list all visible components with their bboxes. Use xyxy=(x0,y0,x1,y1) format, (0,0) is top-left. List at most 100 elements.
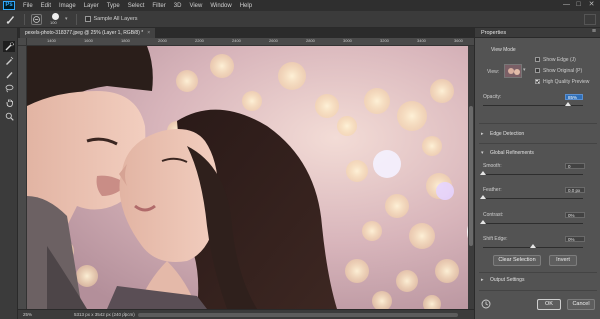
menu-layer[interactable]: Layer xyxy=(84,3,99,9)
menu-edit[interactable]: Edit xyxy=(41,3,51,9)
panel-menu-icon[interactable]: ≡ xyxy=(592,28,596,35)
lasso-icon xyxy=(5,84,13,93)
smooth-slider-handle[interactable] xyxy=(480,171,486,175)
section-divider xyxy=(479,290,597,291)
tools-panel xyxy=(0,28,18,319)
menu-select[interactable]: Select xyxy=(128,3,145,9)
show-edge-checkbox[interactable] xyxy=(535,57,540,62)
zoom-tool[interactable] xyxy=(3,111,15,122)
view-label: View: xyxy=(487,69,500,75)
smooth-input[interactable]: 0 xyxy=(565,163,585,169)
brush-icon xyxy=(6,72,12,79)
show-original-label: Show Original (P) xyxy=(543,68,583,74)
refine-edge-brush-icon xyxy=(5,56,13,65)
zoom-icon xyxy=(5,112,14,121)
close-window-button[interactable]: ✕ xyxy=(588,1,595,9)
menu-image[interactable]: Image xyxy=(59,3,76,9)
menu-3d[interactable]: 3D xyxy=(174,3,182,9)
edge-detection-header[interactable]: Edge Detection xyxy=(490,131,524,137)
chevron-right-icon[interactable]: › xyxy=(124,311,126,317)
shift-edge-label: Shift Edge: xyxy=(483,236,508,242)
show-original-checkbox[interactable] xyxy=(535,68,540,73)
sample-all-layers-label: Sample All Layers xyxy=(93,16,138,22)
minus-circle-icon xyxy=(33,15,40,23)
subtract-brush-button[interactable] xyxy=(31,13,42,25)
menu-type[interactable]: Type xyxy=(107,3,120,9)
chevron-down-icon[interactable]: ▾ xyxy=(481,150,484,156)
view-mode-thumbnail[interactable] xyxy=(504,64,522,78)
feather-slider-handle[interactable] xyxy=(480,195,486,199)
horizontal-scrollbar[interactable] xyxy=(138,313,458,317)
ruler-label: 2600 xyxy=(269,38,278,43)
view-mode-header: View Mode xyxy=(491,47,516,53)
contrast-slider-track[interactable] xyxy=(483,223,583,224)
clock-icon[interactable] xyxy=(481,299,491,309)
menu-filter[interactable]: Filter xyxy=(152,3,165,9)
document-canvas[interactable] xyxy=(27,46,468,309)
vertical-scroll-thumb[interactable] xyxy=(469,106,473,246)
quick-selection-icon xyxy=(5,42,14,51)
menu-file[interactable]: File xyxy=(23,3,33,9)
high-quality-preview-checkbox[interactable] xyxy=(535,79,540,84)
brush-preview-dot xyxy=(52,12,59,20)
ruler-label: 3600 xyxy=(454,38,463,43)
show-edge-label: Show Edge (J) xyxy=(543,57,576,63)
ok-button[interactable]: OK xyxy=(537,299,561,310)
shift-edge-input[interactable]: 0% xyxy=(565,236,585,242)
view-preview-image xyxy=(505,65,521,77)
global-refinements-header[interactable]: Global Refinements xyxy=(490,150,534,156)
ruler-label: 1800 xyxy=(121,38,130,43)
sample-all-layers-checkbox[interactable] xyxy=(84,16,91,22)
shift-edge-slider-handle[interactable] xyxy=(530,244,536,248)
feather-input[interactable]: 0.0 px xyxy=(565,187,585,193)
invert-button[interactable]: Invert xyxy=(549,255,577,266)
zoom-level[interactable]: 25% xyxy=(23,312,32,317)
brush-icon[interactable] xyxy=(6,14,16,24)
brush-size-picker[interactable]: 100 xyxy=(48,12,64,26)
divider xyxy=(75,13,77,25)
document-tab[interactable]: pexels-photo-318377.jpeg @ 25% (Layer 1,… xyxy=(20,28,156,38)
ruler-left xyxy=(18,46,27,309)
section-divider xyxy=(479,272,597,273)
document-tab-title: pexels-photo-318377.jpeg @ 25% (Layer 1,… xyxy=(25,30,144,36)
chevron-right-icon[interactable]: ▸ xyxy=(481,131,484,137)
menu-window[interactable]: Window xyxy=(210,3,231,9)
section-divider xyxy=(479,123,597,124)
ruler-label: 2000 xyxy=(158,38,167,43)
ruler-label: 1400 xyxy=(47,38,56,43)
hand-tool[interactable] xyxy=(3,97,15,108)
chevron-right-icon[interactable]: ▸ xyxy=(481,277,484,283)
cancel-button[interactable]: Cancel xyxy=(567,299,595,310)
contrast-label: Contrast: xyxy=(483,212,504,218)
opacity-input[interactable]: 85% xyxy=(565,94,583,100)
clear-selection-button[interactable]: Clear Selection xyxy=(493,255,541,266)
contrast-slider-handle[interactable] xyxy=(480,220,486,224)
opacity-slider-handle[interactable] xyxy=(565,102,571,106)
close-icon[interactable]: × xyxy=(147,30,150,36)
minimize-button[interactable]: — xyxy=(563,1,570,9)
menu-help[interactable]: Help xyxy=(240,3,252,9)
section-divider xyxy=(479,143,597,144)
quick-selection-tool[interactable] xyxy=(3,41,15,52)
brush-tool[interactable] xyxy=(3,69,15,80)
lasso-tool[interactable] xyxy=(3,83,15,94)
workspace-switcher-button[interactable] xyxy=(584,14,596,25)
ruler-label: 3200 xyxy=(380,38,389,43)
maximize-button[interactable]: □ xyxy=(575,1,582,9)
menu-bar: Ps File Edit Image Layer Type Select Fil… xyxy=(0,0,600,11)
contrast-input[interactable]: 0% xyxy=(565,212,585,218)
properties-panel: Properties ≡ View Mode View: ▾ Show Edge… xyxy=(474,28,600,319)
opacity-label: Opacity: xyxy=(483,94,502,100)
divider xyxy=(24,13,25,25)
output-settings-header[interactable]: Output Settings xyxy=(490,277,524,283)
ruler-label: 2400 xyxy=(232,38,241,43)
refine-edge-brush-tool[interactable] xyxy=(3,55,15,66)
feather-slider-track[interactable] xyxy=(483,198,583,199)
menu-view[interactable]: View xyxy=(189,3,202,9)
chevron-down-icon[interactable]: ▾ xyxy=(523,67,526,73)
status-bar: 25% 5313 px x 3542 px (240 ppcm) › xyxy=(18,309,474,319)
smooth-slider-track[interactable] xyxy=(483,174,583,175)
chevron-down-icon[interactable]: ▾ xyxy=(65,16,68,22)
ruler-label: 3400 xyxy=(417,38,426,43)
checkmark-icon xyxy=(535,79,540,84)
